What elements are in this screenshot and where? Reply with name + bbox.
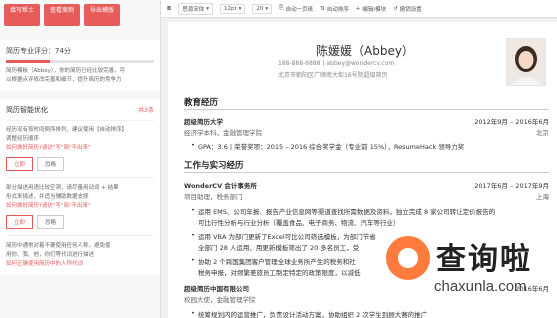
sort-icon: ⇅ [320, 5, 325, 12]
suggest-item-2-line-2: 形式来描述，并适当辅助数据支撑 [6, 194, 89, 200]
line-height-select[interactable]: 20 ▾ [252, 3, 273, 14]
work1-bullet-3a[interactable]: 协助 2 个跨国集团客户管理全球业务所产生的税务和社 [191, 256, 356, 266]
work1-bullet-2b[interactable]: 全部门 28 人运用，用更新模板筛出了 20 多名员工，受 [198, 242, 359, 252]
score-desc-2: 以根据点评修改完善和细节，提升简历的竞争力 [6, 77, 122, 83]
education-heading[interactable]: 教育经历 [184, 96, 218, 108]
suggest-count[interactable]: 共3条 [138, 105, 154, 115]
font-size-select[interactable]: 12pt ▾ [219, 3, 246, 14]
suggest-item-1-link[interactable]: 如何做好简历?请访"写"简"不出来" [6, 144, 154, 153]
edu-city[interactable]: 北京 [536, 127, 549, 137]
work1-role[interactable]: 项目助理，税务部门 [184, 191, 243, 201]
bold-button[interactable]: B [167, 6, 171, 12]
work1-city[interactable]: 上海 [536, 191, 549, 201]
score-bar-fill [6, 60, 51, 63]
work1-date[interactable]: 2017年6月 – 2017年9月 [474, 180, 549, 190]
suggest-item-1-line-1: 经历没有按时间倒序排列，建议使用【自动排序】 [6, 127, 128, 133]
suggest-item-1-ignore-button[interactable]: 忽略 [37, 157, 65, 171]
edu-gpa[interactable]: GPA：3.6 | 荣誉奖项：2015 – 2016 综合奖学金（专业前 15%… [191, 141, 464, 151]
undo-settings-button[interactable]: ↺ 撤销设置 [393, 5, 422, 13]
fill-tips-button[interactable]: 填写帮士 [4, 4, 41, 26]
suggest-item-2-ignore-button[interactable]: 忽略 [37, 215, 65, 229]
suggest-item-2-fix-button[interactable]: 立即 [6, 215, 34, 229]
score-bar [6, 60, 154, 63]
watermark-url: chaxunla.com [434, 278, 527, 295]
work-divider [184, 172, 549, 173]
edit-module-button[interactable]: + 编辑/模块 [356, 5, 386, 13]
one-page-label: 自动一页纸 [285, 6, 314, 13]
resume-name[interactable]: 陈媛媛（Abbey） [316, 42, 414, 59]
suggest-section: 简历智能优化 共3条 经历没有按时间倒序排列，建议使用【自动排序】 调整经历顺序… [0, 99, 160, 275]
score-section: 简历专业评分：74分 简历模板（Abbey），你的简历已经比较完善，可 以根据点… [0, 40, 160, 91]
edu-date[interactable]: 2012年9月 – 2016年6月 [474, 116, 549, 126]
chevron-down-icon: ▾ [265, 5, 269, 12]
work2-company[interactable]: 超级简历中国有限公司 [184, 283, 249, 293]
edit-module-label: 编辑/模块 [362, 6, 387, 13]
resume-contact[interactable]: 188-888-6888 | abbey@wondercv.com [278, 60, 394, 67]
plus-icon: + [355, 5, 361, 12]
suggest-item-2-link[interactable]: 如何做好简历?请访"写"简"不出来" [6, 202, 154, 211]
score-desc-1: 简历模板（Abbey），你的简历已经比较完善，可 [6, 68, 126, 74]
font-family-select[interactable]: 思源宋体 ▾ [178, 2, 213, 15]
work-heading[interactable]: 工作与实习经历 [184, 159, 244, 171]
font-family-value: 思源宋体 [182, 6, 205, 13]
watermark-logo-center [398, 248, 418, 268]
education-divider [184, 109, 549, 110]
avatar[interactable] [506, 38, 546, 86]
work1-company[interactable]: WonderCV 会计事务所 [184, 180, 257, 190]
line-height-value: 20 [256, 5, 264, 12]
one-page-icon: ⎘ [279, 5, 284, 11]
avatar-photo-icon [507, 39, 545, 85]
suggest-item-3-line-1: 简历中通常对着不要使用任何人称，避免使 [6, 243, 111, 249]
font-size-value: 12pt [223, 5, 237, 12]
suggest-item-1-line-2: 调整经历顺序 [6, 136, 40, 142]
undo-settings-label: 撤销设置 [399, 6, 422, 13]
suggest-item-2-line-1: 部分描述用语比较空洞，请尽量用动词 + 结果 [6, 185, 119, 191]
auto-sort-button[interactable]: ⇅ 自动排序 [320, 5, 349, 13]
auto-sort-label: 自动排序 [326, 6, 349, 13]
left-panel: 填写帮士 查看案例 导出模版 简历专业评分：74分 简历模板（Abbey），你的… [0, 0, 161, 318]
one-page-button[interactable]: ⎘ 自动一页纸 [279, 5, 313, 13]
undo-icon: ↺ [393, 5, 398, 12]
suggest-item-3-line-2: 用你、我、他，你们等代词进行描述 [6, 252, 95, 258]
work1-bullet-1a[interactable]: 运用 EMS、公司年报、报告产业信息网等渠道查找所需数据及资料，独立完成 8 家… [191, 206, 495, 216]
suggest-item-1-fix-button[interactable]: 立即 [6, 157, 34, 171]
top-buttons: 填写帮士 查看案例 导出模版 [0, 0, 160, 30]
export-template-button[interactable]: 导出模版 [84, 4, 121, 26]
editor-toolbar: B 思源宋体 ▾ 12pt ▾ 20 ▾ ⎘ 自动一页纸 ⇅ 自动排序 + 编辑/模块 ↺ 撤… [161, 0, 557, 18]
bold-label: B [167, 5, 172, 12]
score-label: 简历专业评分：74分 [6, 47, 71, 55]
chevron-down-icon: ▾ [238, 5, 242, 12]
edu-major[interactable]: 经济学本科，金融管理学院 [184, 127, 262, 137]
suggest-title: 简历智能优化 [6, 106, 48, 114]
chevron-down-icon: ▾ [206, 5, 209, 12]
edu-school[interactable]: 超级简历大学 [184, 116, 223, 126]
suggest-item-3-link[interactable]: 如何正确使用简历中的人称代词 [6, 260, 154, 269]
resume-address[interactable]: 北京市朝阳区广顺南大街16号院超级简历 [278, 70, 388, 79]
site-watermark: 查询啦 chaxunla.com [378, 226, 557, 314]
work1-bullet-2a[interactable]: 运用 VBA 为部门更新了Excel可比公司筛选模板，为部门节省 [191, 231, 376, 241]
work1-bullet-1b[interactable]: 可比行性分析与行业分析（覆盖食品、电子商务、物流、汽车等行业） [198, 217, 400, 227]
view-examples-button[interactable]: 查看案例 [44, 4, 81, 26]
watermark-text: 查询啦 [436, 242, 532, 277]
work1-bullet-3b[interactable]: 税务申报，对频繁差旅员工制定特定的政策限度，以减低 [198, 267, 361, 277]
work2-role[interactable]: 校园大使，金融管理学院 [184, 294, 256, 304]
suggest-header: 简历智能优化 共3条 [6, 105, 154, 115]
